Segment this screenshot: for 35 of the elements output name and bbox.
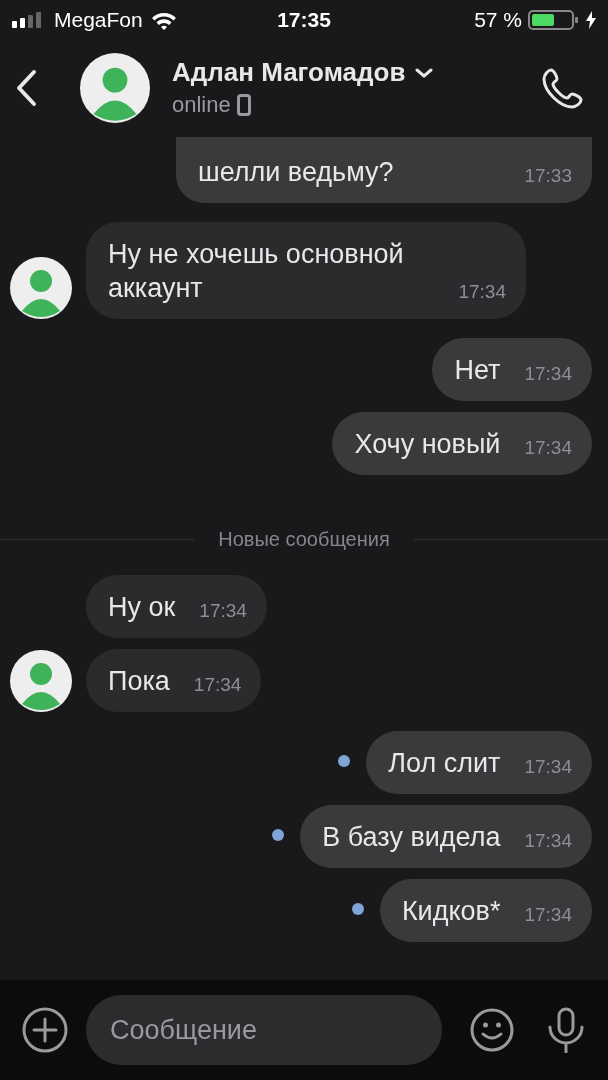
message-time: 17:34 [524, 362, 572, 386]
battery-percent: 57 % [474, 8, 522, 32]
message-time: 17:34 [524, 436, 572, 460]
message-time: 17:34 [199, 599, 247, 623]
message-text: шелли ведьму? [198, 156, 394, 189]
message-text: Пока [108, 665, 170, 698]
new-messages-divider: Новые сообщения [218, 528, 390, 551]
message-time: 17:34 [524, 755, 572, 779]
message-text: Нет [454, 354, 501, 387]
charging-icon [586, 11, 596, 29]
message-time: 17:34 [458, 280, 506, 304]
wifi-icon [150, 10, 177, 30]
clock-time: 17:35 [277, 8, 331, 32]
message-text: Ну не хочешь основной аккаунт [108, 238, 405, 305]
message-time: 17:34 [524, 829, 572, 853]
contact-name[interactable]: Адлан Магомадов [172, 57, 406, 88]
message-text: Хочу новый [354, 428, 501, 461]
message-time: 17:34 [193, 673, 242, 697]
emoji-icon[interactable] [470, 1008, 514, 1052]
phone-device-icon [236, 94, 251, 116]
message-field[interactable]: Сообщение [86, 995, 442, 1065]
message-text: Кидков* [401, 895, 501, 928]
battery-icon [528, 10, 580, 30]
add-icon[interactable] [22, 1007, 68, 1053]
chevron-down-icon[interactable] [415, 67, 434, 78]
message-text: В базу видела [322, 821, 501, 854]
message-time: 17:34 [524, 903, 572, 927]
avatar-icon [80, 52, 150, 123]
message-text: Лол слит [388, 747, 501, 780]
carrier-name: MegaFon [54, 8, 143, 32]
message-text: Ну ок [108, 591, 176, 624]
microphone-icon[interactable] [546, 1007, 586, 1053]
call-icon[interactable] [542, 66, 584, 109]
online-status: online [172, 92, 231, 118]
message-time: 17:33 [524, 164, 572, 188]
